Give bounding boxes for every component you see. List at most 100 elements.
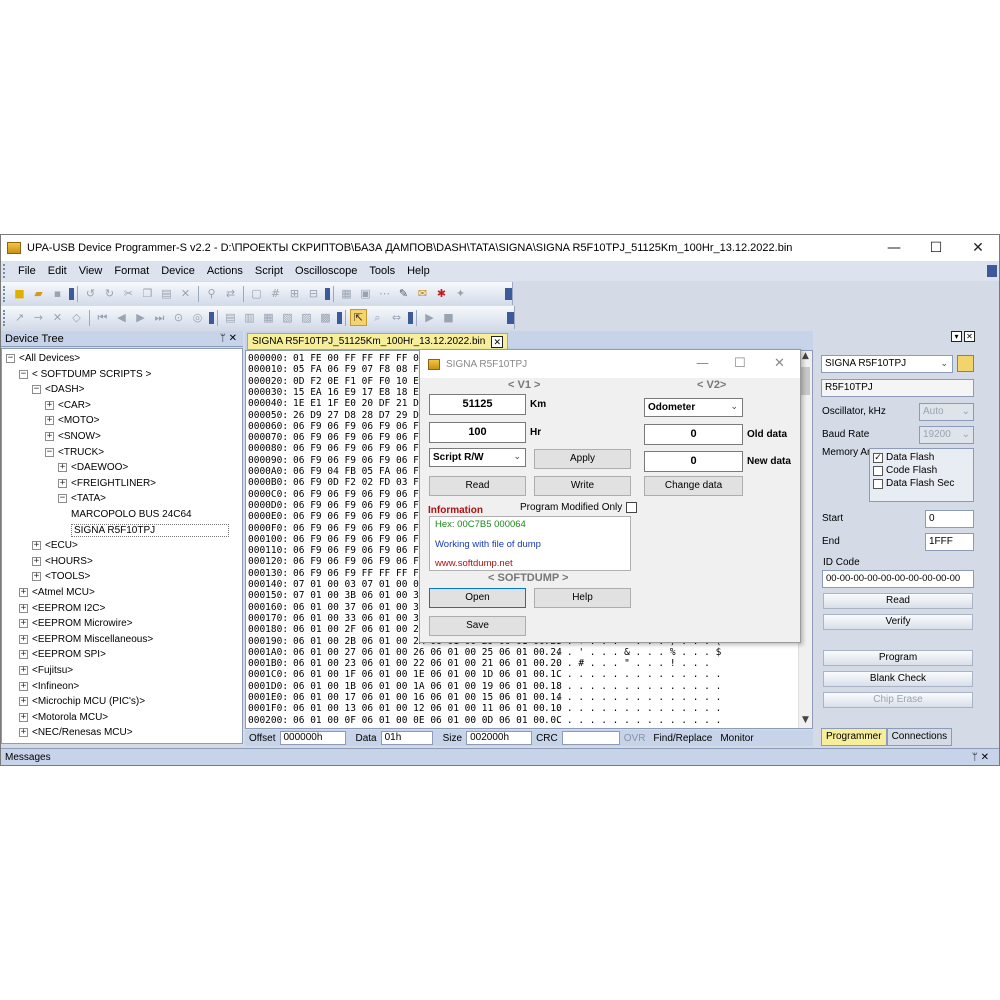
replace-icon[interactable]: ⇄: [222, 285, 239, 302]
hex-row[interactable]: 000110: 06 F9 06 F9 06 F9 06 F9 0: [248, 545, 436, 556]
tree-item[interactable]: + <Infineon>: [19, 679, 79, 694]
menu-device[interactable]: Device: [155, 265, 201, 277]
dialog-minimize-button[interactable]: —: [696, 356, 709, 371]
hex-row[interactable]: 000170: 06 01 00 33 06 01 00 32 0: [248, 613, 436, 624]
tree-item[interactable]: + <EEPROM Microwire>: [19, 616, 133, 631]
new-data-input[interactable]: 0: [644, 451, 743, 472]
program-button[interactable]: Program: [823, 650, 973, 666]
arrow-icon[interactable]: ↗: [11, 309, 28, 326]
prev-icon[interactable]: ◀: [113, 309, 130, 326]
change-data-button[interactable]: Change data: [644, 476, 743, 496]
hex-row[interactable]: 000140: 07 01 00 03 07 01 00 02 0: [248, 579, 436, 590]
start-input[interactable]: 0: [925, 510, 974, 528]
data-flash-checkbox[interactable]: ✓ Data Flash: [873, 451, 970, 464]
oscillator-select[interactable]: Auto ⌄: [919, 403, 974, 421]
tree-item[interactable]: − <TRUCK>: [45, 445, 104, 460]
expand-icon[interactable]: +: [19, 697, 28, 707]
tree-item[interactable]: + <Motorola MCU>: [19, 710, 108, 725]
menu-file[interactable]: File: [12, 265, 42, 277]
tree-item[interactable]: − <DASH>: [32, 382, 84, 397]
tree-item[interactable]: + <DAEWOO>: [58, 460, 128, 475]
maximize-button[interactable]: ☐: [915, 240, 957, 256]
id-code-input[interactable]: 00-00-00-00-00-00-00-00-00-00: [822, 570, 974, 588]
hex-row[interactable]: 0001B0: 06 01 00 23 06 01 00 22 06 01 00 …: [248, 658, 710, 669]
device-info-icon[interactable]: [957, 355, 974, 372]
tree-item[interactable]: − <All Devices>: [6, 351, 80, 366]
select-icon[interactable]: ▢: [248, 285, 265, 302]
dialog-close-button[interactable]: ✕: [774, 356, 785, 371]
goto-icon[interactable]: ⊙: [170, 309, 187, 326]
menu-oscilloscope[interactable]: Oscilloscope: [289, 265, 363, 277]
panel2-icon[interactable]: ▥: [241, 309, 258, 326]
compare-icon[interactable]: ⊟: [305, 285, 322, 302]
undo-icon[interactable]: ↺: [82, 285, 99, 302]
cut-icon[interactable]: ✂: [120, 285, 137, 302]
tab-programmer[interactable]: Programmer: [821, 728, 887, 746]
code-flash-checkbox[interactable]: Code Flash: [873, 464, 970, 477]
copy-icon[interactable]: ❐: [139, 285, 156, 302]
next-icon[interactable]: ▶: [132, 309, 149, 326]
expand-icon[interactable]: +: [19, 728, 28, 738]
hex-row[interactable]: 000010: 05 FA 06 F9 07 F8 08 F7 0: [248, 364, 436, 375]
paste-icon[interactable]: ▤: [158, 285, 175, 302]
baud-rate-select[interactable]: 19200 ⌄: [919, 426, 974, 444]
tree-item[interactable]: + <MOTO>: [45, 413, 100, 428]
collapse-icon[interactable]: −: [58, 494, 67, 504]
menu-script[interactable]: Script: [249, 265, 289, 277]
km-input[interactable]: 51125: [429, 394, 526, 415]
save-icon[interactable]: ▪: [49, 285, 66, 302]
tree-item[interactable]: + <Fujitsu>: [19, 663, 73, 678]
grid-icon[interactable]: #: [267, 285, 284, 302]
odometer-select[interactable]: Odometer ⌄: [644, 398, 743, 417]
scroll-down-icon[interactable]: ▼: [799, 715, 812, 728]
hex-row[interactable]: 0000A0: 06 F9 04 FB 05 FA 06 F9 0: [248, 466, 436, 477]
hex-row[interactable]: 0001D0: 06 01 00 1B 06 01 00 1A 06 01 00 …: [248, 681, 721, 692]
find-replace-link[interactable]: Find/Replace: [649, 733, 716, 744]
collapse-icon[interactable]: −: [6, 354, 15, 363]
hex-row[interactable]: 000160: 06 01 00 37 06 01 00 36 0: [248, 602, 436, 613]
panel4-icon[interactable]: ▧: [279, 309, 296, 326]
expand-icon[interactable]: +: [19, 712, 28, 722]
menu-format[interactable]: Format: [108, 265, 155, 277]
bug-icon[interactable]: ✱: [433, 285, 450, 302]
hex-row[interactable]: 000130: 06 F9 06 F9 FF FF FF FF F: [248, 568, 436, 579]
tool-icon[interactable]: ✦: [452, 285, 469, 302]
minimize-button[interactable]: —: [873, 240, 915, 256]
panel5-icon[interactable]: ▨: [298, 309, 315, 326]
toolbar-chevron[interactable]: [505, 287, 512, 300]
tree-item[interactable]: + <NEC/Renesas MCU>: [19, 725, 133, 740]
hex-row[interactable]: 0001F0: 06 01 00 13 06 01 00 12 06 01 00 …: [248, 703, 721, 714]
last-icon[interactable]: ⏭: [151, 309, 168, 326]
expand-icon[interactable]: +: [19, 619, 28, 629]
read-button[interactable]: Read: [823, 593, 973, 609]
tree-item[interactable]: + <FREIGHTLINER>: [58, 476, 156, 491]
expand-icon[interactable]: +: [45, 400, 54, 410]
menu-overflow-icon[interactable]: [987, 265, 997, 277]
hex-row[interactable]: 000030: 15 EA 16 E9 17 E8 18 E7 1: [248, 387, 436, 398]
stop-icon[interactable]: ■: [440, 309, 457, 326]
hex-row[interactable]: 0000B0: 06 F9 0D F2 02 FD 03 FC 0: [248, 477, 436, 488]
open-button[interactable]: Open: [429, 588, 526, 608]
close-pane-icon[interactable]: ✕: [964, 331, 975, 342]
hex-row[interactable]: 000090: 06 F9 06 F9 06 F9 06 F9 0: [248, 455, 436, 466]
hex-row[interactable]: 000070: 06 F9 06 F9 06 F9 06 F9 0: [248, 432, 436, 443]
tree-item[interactable]: + <EEPROM SPI>: [19, 647, 106, 662]
expand-icon[interactable]: +: [45, 432, 54, 441]
dropdown-icon[interactable]: ▾: [951, 331, 962, 342]
collapse-icon[interactable]: −: [19, 369, 28, 379]
zoom-icon[interactable]: ⌕: [369, 309, 386, 326]
hex-row[interactable]: 0001A0: 06 01 00 27 06 01 00 26 06 01 00 …: [248, 647, 721, 658]
hex-row[interactable]: 000040: 1E E1 1F E0 20 DF 21 DE 2: [248, 398, 436, 409]
chip-icon[interactable]: ▦: [338, 285, 355, 302]
old-data-input[interactable]: 0: [644, 424, 743, 445]
tab-connections[interactable]: Connections: [886, 728, 953, 746]
expand-icon[interactable]: +: [32, 556, 41, 566]
toolbar-chevron[interactable]: [408, 311, 413, 324]
toolbar-chevron[interactable]: [325, 287, 330, 300]
hr-input[interactable]: 100: [429, 422, 526, 443]
cross-icon[interactable]: ✕: [49, 309, 66, 326]
expand-icon[interactable]: +: [19, 634, 28, 644]
expand-icon[interactable]: +: [19, 666, 28, 675]
expand-icon[interactable]: +: [19, 588, 28, 597]
close-button[interactable]: ✕: [957, 240, 999, 256]
